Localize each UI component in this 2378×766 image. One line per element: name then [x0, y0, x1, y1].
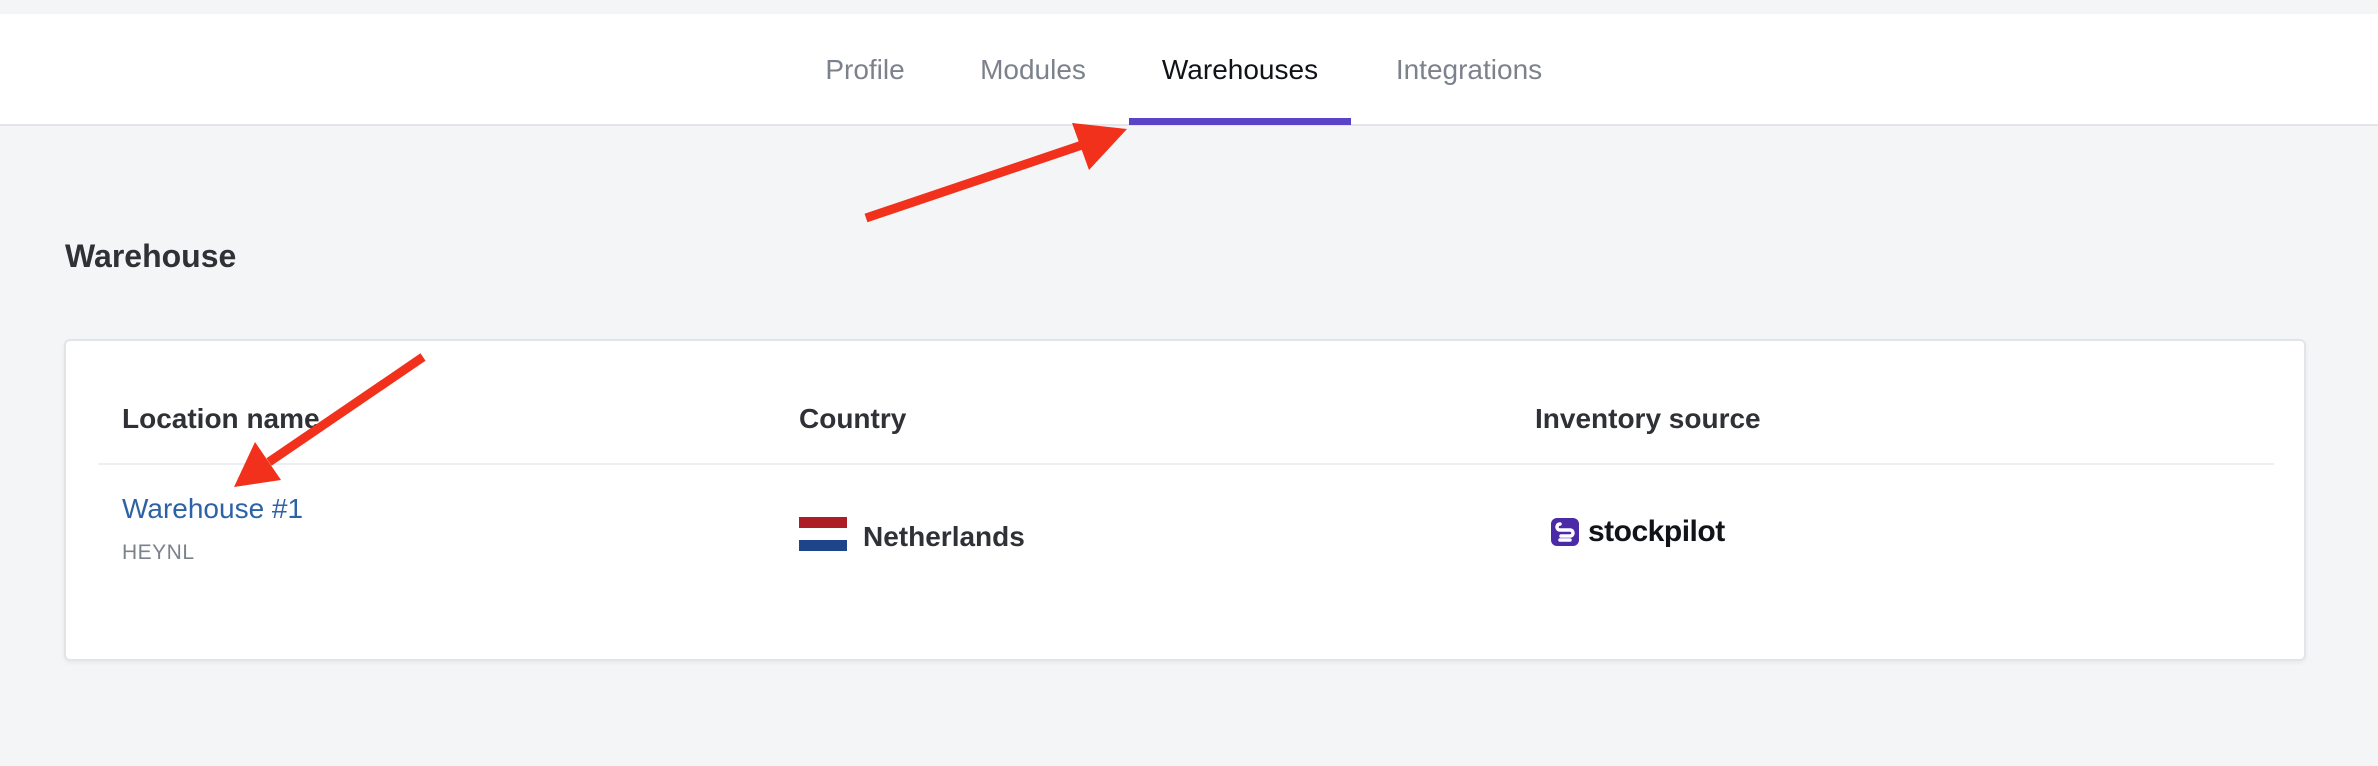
header-divider [98, 463, 2274, 465]
top-strip [0, 0, 2378, 14]
tab-modules[interactable]: Modules [968, 14, 1098, 126]
warehouse-table-card: Location name Country Inventory source W… [64, 339, 2306, 661]
inventory-source-name: stockpilot [1588, 515, 1725, 548]
netherlands-flag-icon [799, 517, 847, 551]
tab-warehouses[interactable]: Warehouses [1140, 14, 1340, 126]
stockpilot-logo-icon [1551, 518, 1579, 546]
inventory-source-logo: stockpilot [1550, 514, 1725, 550]
column-header-inventory-source: Inventory source [1535, 403, 1761, 434]
arrow-to-warehouses-tab [864, 123, 1127, 223]
column-header-location: Location name [122, 403, 320, 434]
country-name: Netherlands [863, 521, 1025, 552]
warehouse-link[interactable]: Warehouse #1 [122, 493, 303, 525]
settings-tab-bar: Profile Modules Warehouses Integrations [0, 14, 2378, 126]
section-title: Warehouse [65, 238, 237, 274]
tab-integrations[interactable]: Integrations [1384, 14, 1554, 126]
column-header-country: Country [799, 403, 907, 434]
warehouse-code: HEYNL [122, 541, 195, 564]
tab-profile[interactable]: Profile [812, 14, 918, 126]
active-tab-indicator [1129, 118, 1351, 125]
